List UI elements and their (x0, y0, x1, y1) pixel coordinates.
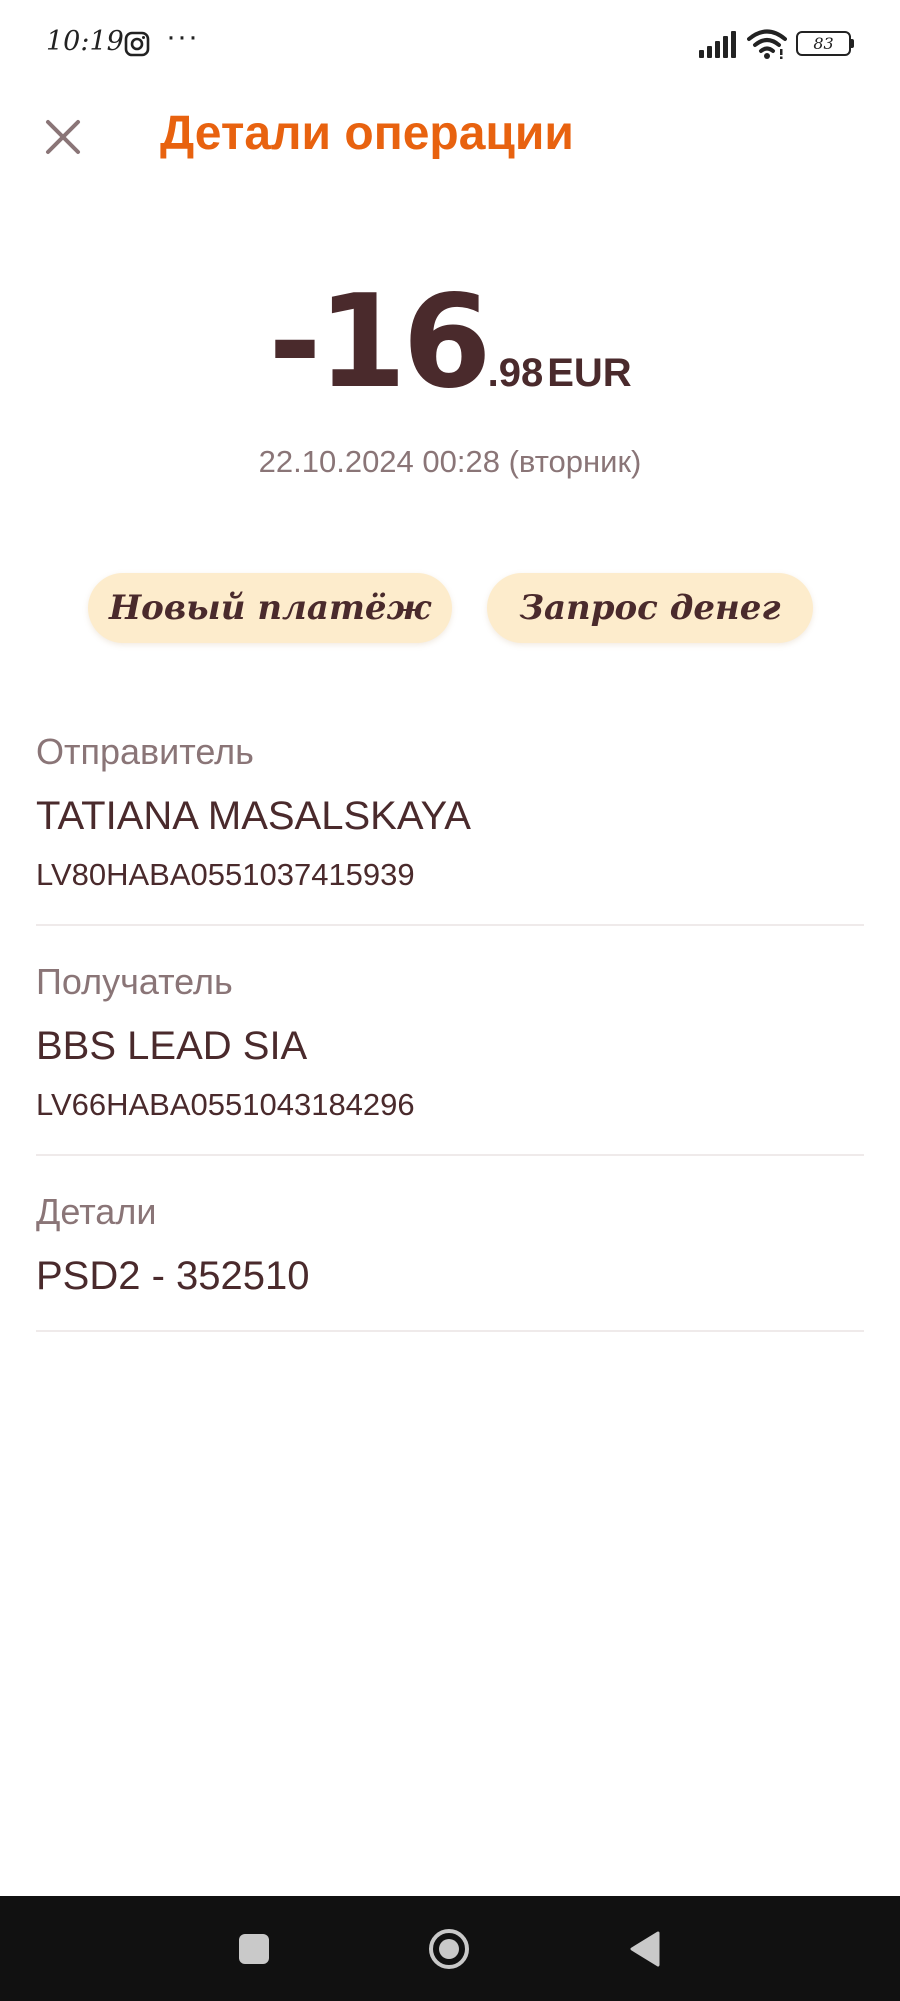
receiver-label: Получатель (36, 961, 233, 1002)
amount-major: -16 (268, 268, 491, 417)
amount-minor: .98 (487, 351, 544, 395)
new-payment-button[interactable]: Новый платёж (88, 573, 452, 643)
details-value: PSD2 - 352510 (36, 1254, 310, 1298)
status-bar: 10:19 ··· 83 (0, 0, 900, 90)
sender-section: Отправитель TATIANA MASALSKAYA LV80HABA0… (36, 730, 864, 926)
system-nav-bar (0, 1896, 900, 2001)
request-money-button[interactable]: Запрос денег (487, 573, 813, 643)
signal-icon (699, 31, 736, 58)
receiver-section: Получатель BBS LEAD SIA LV66HABA05510431… (36, 960, 864, 1156)
battery-level: 83 (796, 31, 851, 56)
sender-label: Отправитель (36, 731, 254, 772)
transaction-amount: -16.98 EUR (0, 268, 900, 417)
close-icon[interactable] (38, 112, 88, 162)
receiver-iban: LV66HABA0551043184296 (36, 1087, 415, 1122)
receiver-name: BBS LEAD SIA (36, 1024, 308, 1068)
sender-iban: LV80HABA0551037415939 (36, 857, 415, 892)
sender-name: TATIANA MASALSKAYA (36, 794, 471, 838)
page-title: Детали операции (160, 107, 574, 160)
instagram-icon (124, 31, 150, 57)
battery-tip (851, 39, 854, 48)
wifi-icon (747, 29, 787, 59)
transaction-datetime: 22.10.2024 00:28 (вторник) (258, 444, 642, 479)
status-time: 10:19 (46, 26, 124, 57)
battery-icon: 83 (796, 31, 854, 56)
back-icon[interactable] (628, 1930, 662, 1968)
details-label: Детали (36, 1191, 157, 1232)
amount-currency: EUR (547, 351, 632, 395)
recents-icon[interactable] (239, 1934, 269, 1964)
details-section: Детали PSD2 - 352510 (36, 1190, 864, 1332)
status-more-dots: ··· (166, 20, 199, 53)
home-icon[interactable] (428, 1928, 470, 1970)
